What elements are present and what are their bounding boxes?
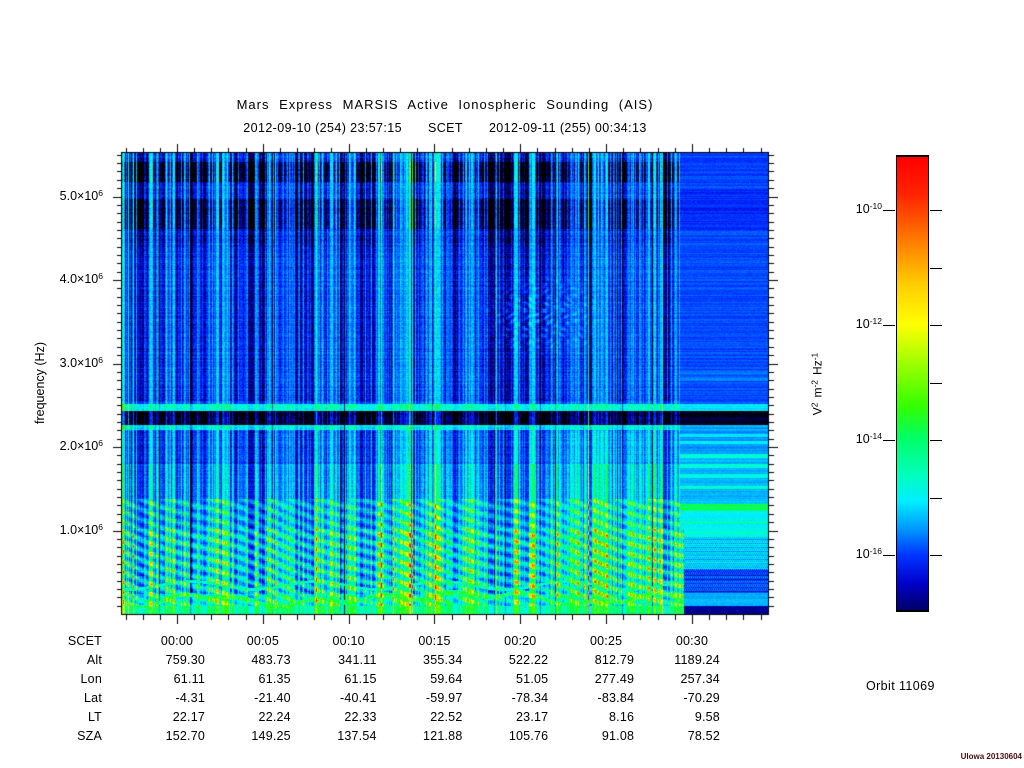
orbit-label: Orbit 11069: [866, 679, 935, 693]
table-cell: 355.34: [423, 653, 463, 667]
table-cell: 483.73: [251, 653, 291, 667]
table-cell: 23.17: [516, 710, 549, 724]
colorbar-tick: [930, 325, 942, 326]
table-cell: -70.29: [683, 691, 720, 705]
table-row-label: SCET: [67, 634, 102, 648]
table-cell: 522.22: [508, 653, 549, 667]
x-tick-label: 00:15: [418, 634, 451, 648]
table-row-label: Alt: [86, 653, 102, 667]
table-cell: 22.17: [172, 710, 205, 724]
table-cell: 22.52: [430, 710, 463, 724]
y-tick-label: 4.0×106: [59, 271, 103, 286]
y-tick-label: 2.0×106: [59, 438, 103, 453]
colorbar-tick-label: 10-14: [855, 431, 882, 446]
y-tick-label: 1.0×106: [59, 521, 103, 537]
table-cell: 121.88: [423, 729, 463, 743]
table-cell: -4.31: [175, 691, 205, 705]
table-cell: 149.25: [251, 729, 291, 743]
x-tick-label: 00:05: [246, 634, 279, 648]
colorbar-tick: [883, 325, 895, 326]
x-tick-label: 00:25: [590, 634, 623, 648]
colorbar-tick: [883, 440, 895, 441]
table-cell: 61.15: [344, 672, 377, 686]
table-cell: -83.84: [597, 691, 635, 705]
colorbar-gradient: [896, 155, 929, 612]
colorbar-tick: [883, 555, 895, 556]
table-cell: 51.05: [516, 672, 549, 686]
colorbar-tick-label: 10-12: [855, 316, 882, 331]
colorbar-tick: [930, 440, 942, 441]
colorbar-tick: [883, 210, 895, 211]
y-tick-label: 5.0×106: [59, 187, 103, 203]
table-cell: 137.54: [337, 729, 377, 743]
x-tick-label: 00:20: [504, 634, 537, 648]
colorbar-tick: [930, 555, 942, 556]
watermark: UIowa 20130604: [960, 752, 1022, 761]
ais-browse-plot: Mars Express MARSIS Active Ionospheric S…: [0, 0, 1024, 768]
table-cell: 61.11: [173, 672, 205, 686]
table-row-label: SZA: [77, 729, 102, 743]
colorbar-tick: [930, 268, 942, 269]
table-cell: 61.35: [258, 672, 291, 686]
x-tick-label: 00:30: [675, 634, 709, 648]
table-cell: 59.64: [430, 672, 463, 686]
table-cell: 277.49: [594, 672, 635, 686]
table-row-label: Lon: [80, 672, 102, 686]
table-cell: 341.11: [338, 653, 377, 667]
colorbar-tick: [930, 383, 942, 384]
table-cell: 812.79: [594, 653, 635, 667]
table-cell: 78.52: [687, 729, 720, 743]
table-row-label: LT: [87, 710, 102, 724]
table-cell: -78.34: [511, 691, 549, 705]
colorbar-tick: [930, 210, 942, 211]
plot-title: Mars Express MARSIS Active Ionospheric S…: [236, 97, 654, 112]
table-cell: 22.24: [258, 710, 291, 724]
colorbar-unit-label: V2m-2Hz-1: [809, 352, 825, 416]
colorbar-tick: [930, 498, 942, 499]
table-cell: 9.58: [694, 710, 720, 724]
table-cell: 8.16: [609, 710, 635, 724]
x-tick-label: 00:10: [332, 634, 365, 648]
colorbar-tick-label: 10-16: [855, 546, 882, 561]
spectrogram-canvas: [112, 143, 778, 624]
x-tick-label: 00:00: [160, 634, 194, 648]
plot-subtitle: 2012-09-10 (254) 23:57:15 SCET 2012-09-11 …: [112, 121, 778, 135]
y-tick-label: 3.0×106: [59, 354, 103, 370]
table-cell: 152.70: [165, 729, 205, 743]
table-cell: -59.97: [425, 691, 463, 705]
table-cell: 105.76: [508, 729, 549, 743]
table-cell: -40.41: [340, 691, 377, 705]
table-cell: 759.30: [165, 653, 205, 667]
table-row-label: Lat: [84, 691, 102, 705]
scet-end: 2012-09-11 (255) 00:34:13: [488, 121, 647, 135]
table-cell: 22.33: [344, 710, 377, 724]
table-cell: 1189.24: [674, 653, 720, 667]
table-cell: 257.34: [680, 672, 720, 686]
scet-start: 2012-09-10 (254) 23:57:15: [243, 121, 402, 135]
scet-axis-label: SCET: [428, 121, 463, 135]
colorbar-tick-label: 10-10: [855, 201, 882, 216]
table-cell: -21.40: [254, 691, 291, 705]
table-cell: 91.08: [601, 729, 635, 743]
